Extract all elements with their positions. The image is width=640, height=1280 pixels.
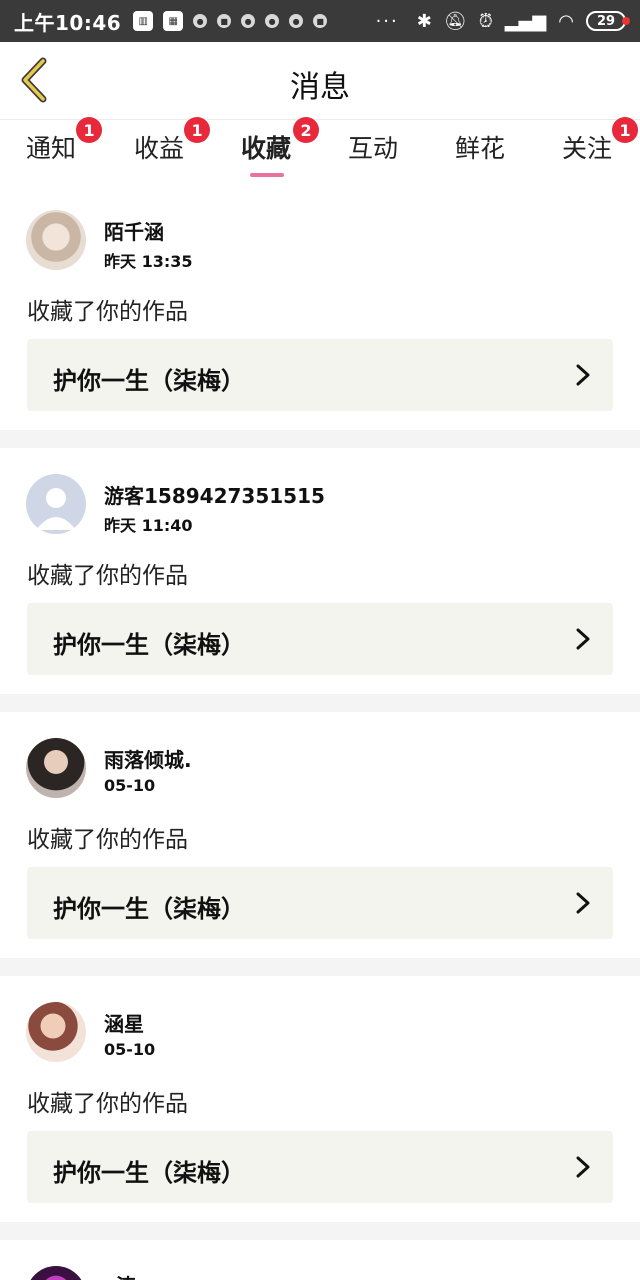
chevron-right-icon [576, 364, 590, 386]
username[interactable]: 雨落倾城. [104, 744, 192, 773]
bluetooth-icon: ✱ [416, 10, 432, 32]
tab-favorites[interactable]: 收藏 2 [241, 117, 320, 165]
username[interactable]: 陌千涵 [104, 216, 164, 245]
tab-flowers[interactable]: 鲜花 [455, 129, 505, 165]
action-text: 收藏了你的作品 [27, 299, 188, 325]
avatar[interactable] [26, 474, 86, 534]
tab-following[interactable]: 关注 1 [562, 117, 639, 165]
avatar[interactable] [26, 210, 86, 270]
list-item: 陌千涵 昨天 13:35 收藏了你的作品 护你一生（柒梅） [0, 180, 640, 430]
username[interactable]: 涵星 [104, 1008, 144, 1037]
signal-icon: ▂▄▆ [504, 10, 547, 32]
tab-earnings[interactable]: 收益 1 [134, 117, 211, 165]
header: 消息 [0, 42, 640, 120]
work-link[interactable]: 护你一生（柒梅） [27, 867, 613, 939]
calendar-icon: ■ [313, 14, 328, 28]
username[interactable]: c涛 [104, 1270, 136, 1280]
tab-active-indicator [250, 173, 284, 177]
list-item: 雨落倾城. 05-10 收藏了你的作品 护你一生（柒梅） [0, 712, 640, 958]
work-link[interactable]: 护你一生（柒梅） [27, 339, 613, 411]
status-time: 上午10:46 [14, 10, 122, 35]
separator [0, 694, 640, 712]
tab-label: 收益 [134, 134, 185, 163]
timestamp: 05-10 [104, 1040, 156, 1059]
separator [0, 430, 640, 448]
action-text: 收藏了你的作品 [27, 563, 188, 589]
wifi-icon: ◠ [558, 10, 574, 32]
chevron-right-icon [576, 892, 590, 914]
avatar[interactable] [26, 738, 86, 798]
list-item: 涵星 05-10 收藏了你的作品 护你一生（柒梅） [0, 976, 640, 1222]
battery-level: 29 [596, 13, 616, 29]
app-icon: ● [289, 14, 304, 28]
work-link[interactable]: 护你一生（柒梅） [27, 1131, 613, 1203]
chevron-right-icon [576, 628, 590, 650]
tab-notifications[interactable]: 通知 1 [26, 117, 103, 165]
tab-label: 关注 [562, 134, 613, 163]
default-avatar-icon [36, 488, 76, 530]
tab-badge: 1 [76, 117, 103, 143]
calendar-icon: ■ [217, 14, 232, 28]
avatar[interactable] [26, 1002, 86, 1062]
action-text: 收藏了你的作品 [27, 1091, 188, 1117]
status-bar: 上午10:46 ▥ ▦ ● ■ ● ● ● ■ ··· ✱ 🔕︎ ⏰︎ ▂▄▆ … [0, 0, 640, 42]
tab-bar: 通知 1 收益 1 收藏 2 互动 鲜花 关注 1 [0, 117, 640, 179]
work-title: 护你一生（柒梅） [53, 631, 245, 659]
page-title: 消息 [290, 70, 350, 105]
tab-badge: 1 [184, 117, 211, 143]
mute-icon: 🔕︎ [443, 10, 467, 32]
tab-interactions[interactable]: 互动 [348, 129, 398, 165]
overflow-dots: ··· [375, 10, 399, 32]
battery-icon: 29 [586, 11, 630, 31]
battery-dot [622, 17, 630, 25]
tab-label: 通知 [26, 134, 77, 163]
separator [0, 1222, 640, 1240]
chevron-right-icon [576, 1156, 590, 1178]
work-title: 护你一生（柒梅） [53, 1159, 245, 1187]
separator [0, 958, 640, 976]
avatar[interactable] [26, 1266, 86, 1280]
alarm-icon: ⏰︎ [478, 10, 493, 32]
notification-icons: ▥ ▦ ● ■ ● ● ● ■ [133, 11, 328, 31]
work-title: 护你一生（柒梅） [53, 895, 245, 923]
username[interactable]: 游客1589427351515 [104, 480, 325, 509]
work-link[interactable]: 护你一生（柒梅） [27, 603, 613, 675]
timestamp: 昨天 11:40 [104, 516, 193, 535]
tab-label: 鲜花 [455, 134, 506, 163]
timestamp: 昨天 13:35 [104, 252, 193, 271]
tab-badge: 2 [293, 117, 320, 143]
sim-icon: ▥ [133, 11, 154, 31]
list-item: c涛 [0, 1240, 640, 1280]
bulb-icon: ● [193, 14, 208, 28]
action-text: 收藏了你的作品 [27, 827, 188, 853]
qr-icon: ▦ [163, 11, 184, 31]
tab-label: 互动 [348, 134, 399, 163]
work-title: 护你一生（柒梅） [53, 367, 245, 395]
tab-badge: 1 [612, 117, 639, 143]
app-icon: ● [265, 14, 280, 28]
app-icon: ● [241, 14, 256, 28]
tab-label: 收藏 [241, 134, 292, 163]
list-item: 游客1589427351515 昨天 11:40 收藏了你的作品 护你一生（柒梅… [0, 448, 640, 694]
timestamp: 05-10 [104, 776, 156, 795]
